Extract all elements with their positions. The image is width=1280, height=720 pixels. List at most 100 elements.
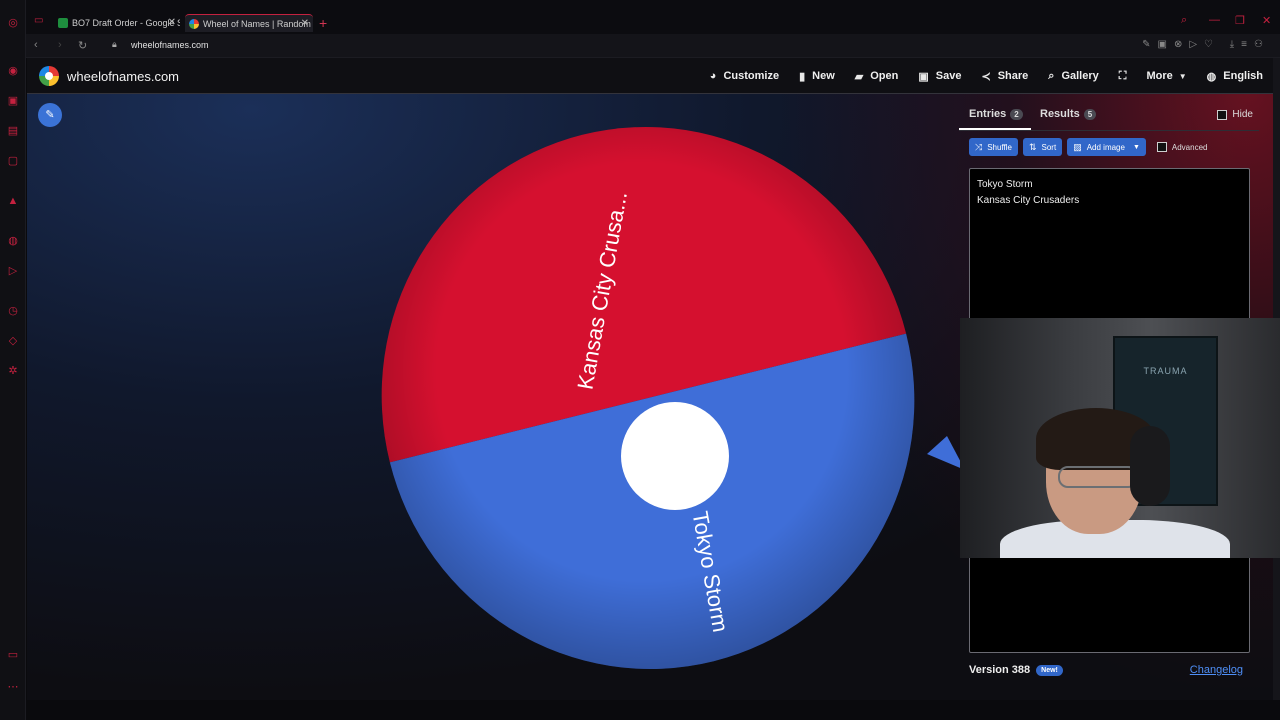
tab-bar: ▭ BO7 Draft Order - Google S ✕ Wheel of … bbox=[26, 0, 1280, 34]
globe-icon: ◍ bbox=[1206, 70, 1217, 83]
forward-icon[interactable]: › bbox=[58, 39, 62, 51]
language-button[interactable]: ◍ English bbox=[1207, 70, 1263, 83]
tab-entries[interactable]: Entries 2 bbox=[959, 108, 1031, 130]
gallery-icon[interactable]: ▭ bbox=[6, 648, 20, 662]
streamer bbox=[1000, 408, 1230, 558]
tab-wheel-of-names[interactable]: Wheel of Names | Random ✕ bbox=[185, 14, 313, 32]
chevron-down-icon: ▼ bbox=[1132, 143, 1140, 151]
advanced-label: Advanced bbox=[1171, 142, 1208, 152]
entry-line: Tokyo Storm bbox=[977, 179, 1033, 190]
button-label: Shuffle bbox=[987, 142, 1012, 152]
toolbar-icons[interactable]: ✎▣⊗▷♡ ⤓≡⚇ bbox=[1142, 39, 1270, 50]
arc-icon[interactable]: ▲ bbox=[6, 194, 20, 208]
minimize-icon[interactable]: — bbox=[1209, 14, 1220, 26]
menu-label: Open bbox=[870, 70, 899, 82]
checkbox-icon bbox=[1217, 109, 1228, 120]
image-icon: ▨ bbox=[1073, 141, 1082, 152]
media-icon[interactable]: ◍ bbox=[6, 234, 20, 248]
fullscreen-button[interactable]: ⛶ bbox=[1119, 70, 1127, 83]
gallery-button[interactable]: ⌕ Gallery bbox=[1048, 70, 1098, 83]
cube-icon[interactable]: ◇ bbox=[6, 334, 20, 348]
sheets-favicon-icon bbox=[58, 18, 68, 28]
more-button[interactable]: More ▼ bbox=[1146, 70, 1186, 82]
url-field[interactable]: wheelofnames.com bbox=[131, 40, 209, 50]
tab-draft-order[interactable]: BO7 Draft Order - Google S ✕ bbox=[54, 14, 180, 32]
main-menu: ◕ Customize ▮ New ▰ Open ▣ Save ≺ Share ⌕ Gall… bbox=[700, 58, 1273, 94]
changelog-link[interactable]: Changelog bbox=[1190, 664, 1243, 676]
count-badge: 5 bbox=[1083, 108, 1097, 120]
wheel-favicon-icon bbox=[189, 19, 199, 29]
reload-icon[interactable]: ↻ bbox=[78, 39, 87, 52]
chevron-down-icon: ▼ bbox=[1178, 71, 1187, 81]
speed-dial-icon[interactable]: ◉ bbox=[6, 64, 20, 78]
menu-label: Share bbox=[997, 70, 1029, 82]
add-image-button[interactable]: ▨ Add image ▼ bbox=[1067, 138, 1146, 156]
site-header: wheelofnames.com ◕ Customize ▮ New ▰ Open ▣… bbox=[27, 58, 1273, 94]
search-icon: ⌕ bbox=[1048, 69, 1055, 82]
entry-line: Kansas City Crusaders bbox=[977, 195, 1080, 206]
advanced-checkbox[interactable]: Advanced bbox=[1156, 142, 1208, 152]
tab-label: Entries bbox=[969, 108, 1007, 120]
poster-text: TRAUMA bbox=[1143, 366, 1188, 376]
history-icon[interactable]: ◷ bbox=[6, 304, 20, 318]
close-window-icon[interactable]: ✕ bbox=[1262, 14, 1271, 27]
new-tab-button[interactable]: + bbox=[319, 14, 327, 32]
shuffle-icon: ⤨ bbox=[975, 141, 983, 152]
version-label: Version 388 bbox=[969, 664, 1031, 676]
search-tabs-icon[interactable]: ⌕ bbox=[1181, 14, 1187, 27]
entries-toolbar: ⤨ Shuffle ⇅ Sort ▨ Add image ▼ Advanced bbox=[969, 138, 1207, 156]
send-icon[interactable]: ▷ bbox=[6, 264, 20, 278]
count-badge: 2 bbox=[1010, 108, 1023, 120]
menu-label: More bbox=[1146, 70, 1173, 82]
new-button[interactable]: ▮ New bbox=[799, 70, 835, 83]
tab-results[interactable]: Results 5 bbox=[1040, 108, 1097, 120]
button-label: Sort bbox=[1041, 142, 1057, 152]
menu-label: Customize bbox=[723, 70, 780, 82]
hide-label: Hide bbox=[1232, 109, 1253, 120]
share-icon: ≺ bbox=[981, 70, 991, 83]
brand[interactable]: wheelofnames.com bbox=[39, 66, 179, 86]
save-button[interactable]: ▣ Save bbox=[918, 70, 961, 83]
wheel[interactable]: Kansas City Crusa... Tokyo Storm bbox=[357, 118, 977, 678]
close-tab-icon[interactable]: ✕ bbox=[168, 14, 176, 32]
sort-icon: ⇅ bbox=[1028, 141, 1037, 152]
address-bar: ‹ › ↻ 🔒︎ wheelofnames.com ✎▣⊗▷♡ ⤓≡⚇ bbox=[26, 34, 1280, 58]
wheel-center-button[interactable] bbox=[621, 402, 729, 510]
instagram-icon[interactable]: ▢ bbox=[6, 154, 20, 168]
shuffle-button[interactable]: ⤨ Shuffle bbox=[969, 138, 1018, 156]
file-icon: ▮ bbox=[799, 70, 806, 83]
opera-logo-icon[interactable]: ◎ bbox=[6, 16, 20, 30]
save-icon: ▣ bbox=[918, 70, 929, 83]
menu-label: English bbox=[1223, 70, 1263, 82]
open-button[interactable]: ▰ Open bbox=[855, 70, 899, 83]
pencil-icon: ✎ bbox=[45, 109, 55, 121]
version-info: Version 388 New! bbox=[969, 664, 1063, 676]
palette-icon: ◕ bbox=[709, 70, 717, 82]
tab-label: Results bbox=[1040, 108, 1080, 120]
lock-icon: 🔒︎ bbox=[112, 39, 117, 49]
settings-icon[interactable]: ✲ bbox=[6, 364, 20, 378]
bag-icon[interactable]: ▣ bbox=[6, 94, 20, 108]
menu-label: Gallery bbox=[1061, 70, 1099, 82]
headset-icon bbox=[1130, 426, 1170, 506]
wheel-logo-icon bbox=[39, 66, 59, 86]
gamepad-icon[interactable]: ▭ bbox=[34, 15, 43, 26]
browser-sidebar: ◎ ◉ ▣ ▤ ▢ ▲ ◍ ▷ ◷ ◇ ✲ ▭ ⋯ bbox=[0, 0, 26, 720]
restore-icon[interactable]: ❐ bbox=[1235, 14, 1245, 27]
screen: ◎ ◉ ▣ ▤ ▢ ▲ ◍ ▷ ◷ ◇ ✲ ▭ ⋯ ▭ BO7 Draft Or… bbox=[0, 0, 1280, 720]
bottom-bar bbox=[26, 700, 1280, 720]
back-icon[interactable]: ‹ bbox=[34, 39, 38, 51]
share-button[interactable]: ≺ Share bbox=[981, 70, 1028, 83]
fullscreen-icon: ⛶ bbox=[1118, 69, 1127, 82]
twitch-icon[interactable]: ▤ bbox=[6, 124, 20, 138]
hide-checkbox[interactable]: Hide bbox=[1217, 109, 1253, 120]
close-tab-icon[interactable]: ✕ bbox=[301, 15, 309, 32]
sort-button[interactable]: ⇅ Sort bbox=[1022, 138, 1063, 156]
folder-icon: ▰ bbox=[854, 70, 864, 83]
checkbox-icon bbox=[1156, 142, 1167, 152]
webcam-overlay: TRAUMA bbox=[960, 318, 1280, 558]
edit-pencil-button[interactable]: ✎ bbox=[38, 103, 62, 127]
more-icon[interactable]: ⋯ bbox=[6, 680, 20, 694]
customize-button[interactable]: ◕ Customize bbox=[710, 70, 779, 82]
tab-title: Wheel of Names | Random bbox=[203, 19, 311, 29]
